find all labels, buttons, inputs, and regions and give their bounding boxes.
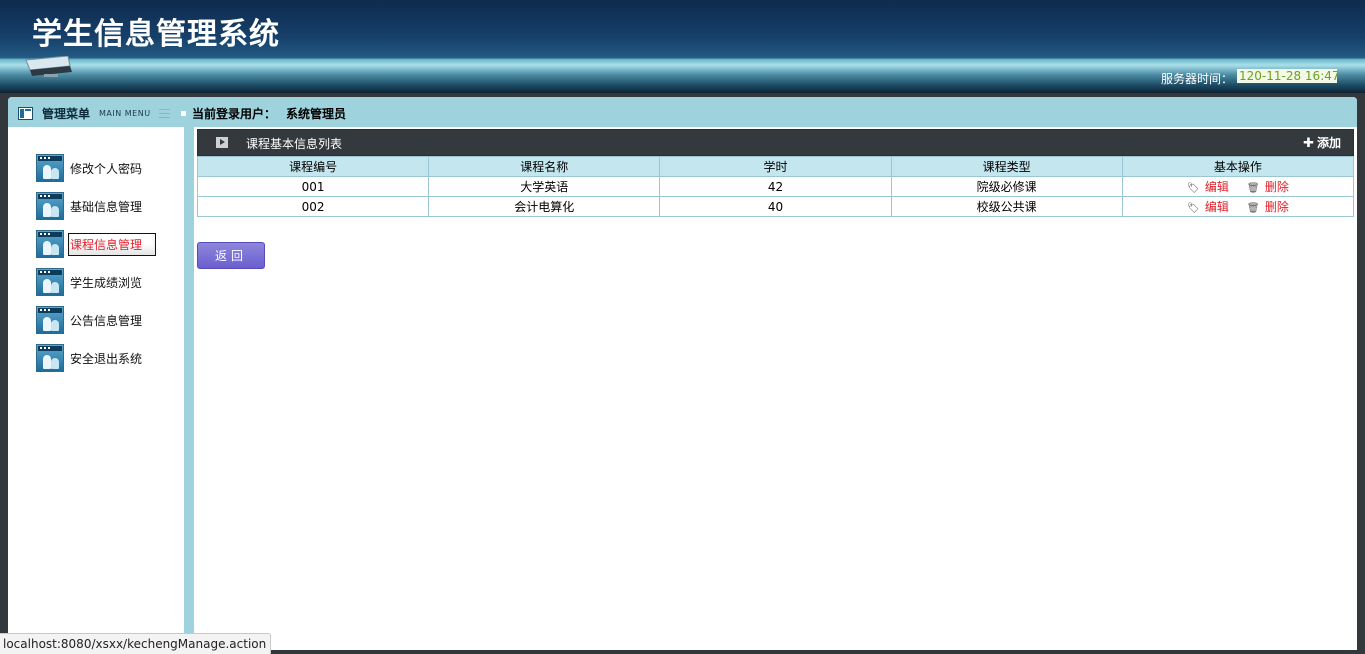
edit-link[interactable]: 编辑 [1205,200,1229,214]
lines-icon [158,108,170,119]
sidebar-item-change-password[interactable]: 修改个人密码 [36,154,144,182]
trash-icon: 🗑︎ [1246,203,1260,214]
tag-icon: 🏷︎ [1186,203,1200,214]
user-admin-icon [36,154,64,182]
cell-name: 大学英语 [428,176,661,197]
current-user-info: 当前登录用户： 系统管理员 [181,105,346,122]
cell-actions: 🏷︎ 编辑 🗑︎ 删除 [1121,176,1355,197]
edit-link[interactable]: 编辑 [1205,180,1229,194]
cell-type: 校级公共课 [890,196,1123,217]
user-admin-icon [36,344,64,372]
user-admin-icon [36,230,64,258]
list-header: 课程基本信息列表 ✚ 添加 [197,129,1354,156]
sidebar: 修改个人密码 基础信息管理 课程信息管理 学生成绩浏览 公告信息管理 安全退出系… [8,127,184,650]
menu-panel-icon [18,107,33,120]
sidebar-item-notices[interactable]: 公告信息管理 [36,306,144,334]
tag-icon: 🏷︎ [1186,183,1200,194]
sidebar-item-course-info[interactable]: 课程信息管理 [36,230,156,258]
current-user-name: 系统管理员 [286,107,347,121]
delete-link[interactable]: 删除 [1265,180,1289,194]
sidebar-item-grades[interactable]: 学生成绩浏览 [36,268,144,296]
sidebar-item-label: 学生成绩浏览 [70,275,143,290]
table-header-row: 课程编号 课程名称 学时 课程类型 基本操作 [196,156,1355,177]
cell-type: 院级必修课 [890,176,1123,197]
sidebar-divider [184,127,194,650]
column-header: 课程类型 [890,156,1123,177]
sidebar-item-label: 安全退出系统 [70,351,143,366]
add-label: 添加 [1316,136,1341,150]
delete-link[interactable]: 删除 [1265,200,1289,214]
sidebar-item-label: 公告信息管理 [70,313,143,328]
add-button[interactable]: ✚ 添加 [1303,134,1341,151]
play-icon [216,137,228,148]
content-area: 课程基本信息列表 ✚ 添加 课程编号 课程名称 学时 课程类型 基本操作 001 … [196,129,1355,269]
course-table: 课程编号 课程名称 学时 课程类型 基本操作 001 大学英语 42 院级必修课… [196,156,1355,217]
column-header: 学时 [659,156,892,177]
column-header: 课程名称 [428,156,661,177]
app-title: 学生信息管理系统 [32,17,280,52]
user-admin-icon [36,268,64,296]
server-time-label: 服务器时间： [1160,72,1233,86]
plus-icon: ✚ [1303,136,1314,151]
server-time: 服务器时间： 120-11-28 16:47:2 [1161,69,1337,87]
cell-actions: 🏷︎ 编辑 🗑︎ 删除 [1121,196,1355,217]
cell-hours: 40 [659,196,892,217]
sidebar-item-label: 课程信息管理 [68,232,156,256]
cell-code: 001 [196,176,430,197]
table-row: 001 大学英语 42 院级必修课 🏷︎ 编辑 🗑︎ 删除 [196,176,1355,197]
cell-hours: 42 [659,176,892,197]
back-button[interactable]: 返回 [197,242,265,269]
trash-icon: 🗑︎ [1246,183,1260,194]
menu-title-en: MAIN MENU [99,109,151,118]
column-header: 课程编号 [196,156,430,177]
bullet-icon [181,111,186,116]
browser-status-url: localhost:8080/xsxx/kechengManage.action [0,633,272,654]
sidebar-item-label: 修改个人密码 [70,161,143,176]
table-row: 002 会计电算化 40 校级公共课 🏷︎ 编辑 🗑︎ 删除 [196,196,1355,217]
menu-header: 管理菜单 MAIN MENU [18,105,170,122]
list-title: 课程基本信息列表 [246,137,343,151]
sidebar-item-basic-info[interactable]: 基础信息管理 [36,192,144,220]
user-admin-icon [36,192,64,220]
server-time-value: 120-11-28 16:47:2 [1237,69,1337,83]
cell-code: 002 [196,196,430,217]
app-header: 学生信息管理系统 服务器时间： 120-11-28 16:47:2 [0,0,1365,93]
user-admin-icon [36,306,64,334]
top-bar: 管理菜单 MAIN MENU 当前登录用户： 系统管理员 [8,97,1357,127]
cell-name: 会计电算化 [428,196,661,217]
current-user-label: 当前登录用户： [192,107,277,121]
sidebar-item-label: 基础信息管理 [70,199,143,214]
menu-title: 管理菜单 [42,107,91,121]
column-header: 基本操作 [1121,156,1355,177]
monitor-icon [25,56,72,77]
sidebar-item-logout[interactable]: 安全退出系统 [36,344,144,372]
